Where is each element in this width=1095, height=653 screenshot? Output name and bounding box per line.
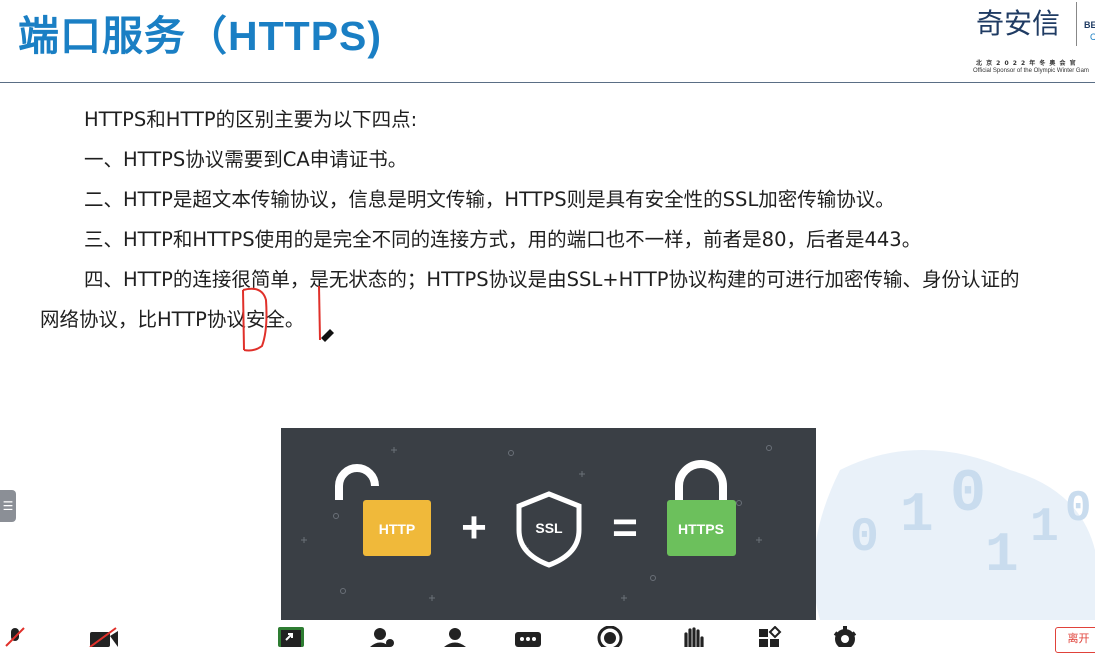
- http-label: HTTP: [379, 521, 416, 537]
- leave-meeting-button[interactable]: 离开: [1055, 627, 1095, 653]
- logo-cut-text-2: C: [1090, 32, 1095, 42]
- paragraph-point-3: 三、HTTP和HTTPS使用的是完全不同的连接方式，用的端口也不一样，前者是80…: [84, 228, 922, 251]
- slide-body: HTTPS和HTTP的区别主要为以下四点: 一、HTTPS协议需要到CA申请证书…: [40, 100, 1020, 340]
- mic-muted-icon[interactable]: [2, 626, 28, 647]
- chat-icon[interactable]: [514, 626, 541, 647]
- bg-digit: 1: [985, 523, 1019, 587]
- paragraph-point-4: 四、HTTP的连接很简单，是无状态的；HTTPS协议是由SSL+HTTP协议构建…: [40, 268, 1020, 331]
- equals-sign: =: [612, 503, 638, 552]
- header-divider: [0, 82, 1095, 83]
- logo-cut-text: BE: [1084, 20, 1095, 30]
- paragraph-intro: HTTPS和HTTP的区别主要为以下四点:: [84, 108, 418, 131]
- page-title: 端口服务（HTTPS): [18, 13, 383, 59]
- apps-icon[interactable]: [757, 626, 783, 647]
- paragraph-point-2: 二、HTTP是超文本传输协议，信息是明文传输，HTTPS则是具有安全性的SSL加…: [84, 188, 895, 211]
- share-screen-icon[interactable]: [277, 626, 304, 647]
- logo-divider: [1076, 2, 1077, 46]
- side-panel-tab[interactable]: ☰: [0, 490, 16, 522]
- bg-digit: 1: [900, 483, 934, 547]
- meeting-toolbar: [0, 620, 1095, 647]
- raise-hand-icon[interactable]: [680, 626, 706, 647]
- plus-sign: +: [461, 503, 487, 552]
- bg-digit: 0: [1065, 484, 1091, 534]
- settings-icon[interactable]: [831, 626, 857, 647]
- bg-digit: 0: [850, 511, 879, 565]
- camera-off-icon[interactable]: [88, 626, 118, 647]
- https-label: HTTPS: [678, 521, 724, 537]
- qianxin-logo: 奇安信 BE C 北 京 2 0 2 2 年 冬 奥 会 官 Official …: [972, 0, 1095, 80]
- logo-subtitle-cn: 北 京 2 0 2 2 年 冬 奥 会 官: [976, 60, 1077, 67]
- https-diagram-banner: HTTP + SSL = HTTPS: [281, 428, 816, 620]
- bg-digit: 1: [1030, 501, 1059, 555]
- paragraph-point-1: 一、HTTPS协议需要到CA申请证书。: [84, 148, 408, 171]
- ssl-label: SSL: [535, 520, 563, 536]
- bg-digit: 0: [950, 461, 986, 529]
- binary-background-decoration: 0 1 0 1 1 0: [813, 450, 1095, 620]
- record-icon[interactable]: [596, 626, 623, 647]
- participants-icon[interactable]: [368, 626, 394, 647]
- logo-subtitle-en: Official Sponsor of the Olympic Winter G…: [973, 68, 1089, 74]
- attendees-icon[interactable]: [441, 626, 467, 647]
- logo-text: 奇安信: [976, 7, 1061, 40]
